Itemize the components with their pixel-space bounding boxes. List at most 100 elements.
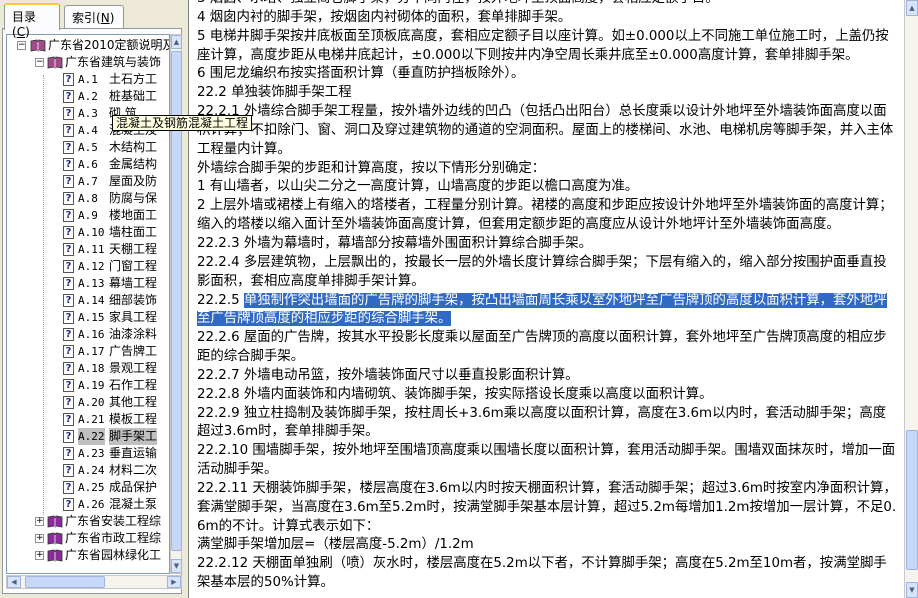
help-topic-icon: ? (63, 294, 74, 307)
tree-item-label: 细部装饰 (109, 293, 158, 307)
tree-item-code: A.9 (78, 209, 98, 222)
expand-icon[interactable]: + (35, 534, 44, 543)
tree-item-a-7[interactable]: ? A.7 屋面及防 (7, 173, 169, 190)
tree-item-code: A.6 (78, 158, 98, 171)
help-topic-icon: ? (63, 277, 74, 290)
book-icon (47, 56, 63, 69)
doc-paragraph: 22.2.8 外墙内面装饰和内墙砌筑、装饰脚手架，按实际搭设长度乘以高度以面积计… (197, 386, 897, 405)
tree-item-code: A.15 (78, 311, 105, 324)
tree-item-a-9[interactable]: ? A.9 楼地面工 (7, 207, 169, 224)
help-topic-icon: ? (63, 73, 74, 86)
tree-item-a-26[interactable]: ? A.26 混凝土泵 (7, 496, 169, 513)
tree-item-label: 垂直运输 (109, 446, 158, 460)
tree-section-sibling-2[interactable]: + 广东省市政工程综 (7, 530, 169, 547)
tree-item-a-17[interactable]: ? A.17 广告牌工 (7, 343, 169, 360)
tree-item-a-24[interactable]: ? A.24 材料二次 (7, 462, 169, 479)
content-vertical-scrollbar[interactable]: ▲ ▼ (904, 0, 918, 598)
expand-icon[interactable]: + (35, 551, 44, 560)
help-topic-icon: ? (63, 345, 74, 358)
tree-item-a-18[interactable]: ? A.18 景观工程 (7, 360, 169, 377)
tab-contents[interactable]: 目录(C) (4, 3, 60, 39)
tree-item-code: A.5 (78, 141, 98, 154)
tree-item-a-14[interactable]: ? A.14 细部装饰 (7, 292, 169, 309)
doc-text: 4 烟囱内衬的脚手架，按烟囱内衬砌体的面积，套单排脚手架。 (197, 9, 572, 25)
book-icon (47, 549, 63, 562)
collapse-icon[interactable]: − (17, 41, 26, 50)
tree-item-label: 金属结构 (109, 157, 158, 171)
tree-item-a-23[interactable]: ? A.23 垂直运输 (7, 445, 169, 462)
tree-item-a-10[interactable]: ? A.10 墙柱面工 (7, 224, 169, 241)
doc-text: 5 电梯井脚手架按井底板面至顶板底高度，套相应定额子目以座计算。如±0.000以… (197, 28, 889, 63)
tree-item-a-20[interactable]: ? A.20 其他工程 (7, 394, 169, 411)
tree-tooltip: 混凝土及钢筋混凝土工程 (112, 115, 253, 131)
doc-text: 22.2.5 (197, 292, 244, 308)
tab-index[interactable]: 索引(N) (64, 5, 124, 29)
doc-paragraph: 2 上层外墙或裙楼上有缩入的塔楼者，工程量分别计算。裙楼的高度和步距应按设计外地… (197, 197, 897, 235)
tree-item-label: 广东省建筑与装饰 (65, 55, 162, 69)
tree-section-building[interactable]: − 广东省建筑与装饰 (7, 54, 169, 71)
doc-paragraph: 满堂脚手架增加层=（楼层高度-5.2m）/1.2m (197, 536, 897, 555)
tree-item-a-12[interactable]: ? A.12 门窗工程 (7, 258, 169, 275)
tab-index-label: 索引 (72, 11, 97, 25)
tree-item-label: 楼地面工 (109, 208, 158, 222)
book-icon (47, 515, 63, 528)
tree-section-sibling-1[interactable]: + 广东省安装工程综 (7, 513, 169, 530)
tree-item-label: 幕墙工程 (109, 276, 158, 290)
help-topic-icon: ? (63, 107, 74, 120)
tree-item-code: A.26 (78, 498, 105, 511)
tree-item-a-5[interactable]: ? A.5 木结构工 (7, 139, 169, 156)
doc-text: 22.2.1 外墙综合脚手架工程量，按外墙外边线的凹凸（包括凸出阳台）总长度乘以… (197, 104, 894, 157)
tree-horizontal-scrollbar[interactable]: ◀ ▶ (6, 575, 182, 589)
tree-item-a-1[interactable]: ? A.1 土石方工 (7, 71, 169, 88)
tree-item-label: 屋面及防 (109, 174, 158, 188)
help-topic-icon: ? (63, 413, 74, 426)
tree-horizontal-scroll-thumb[interactable] (25, 576, 105, 588)
topic-document: 3 烟囱、水塔、独立简仓脚手架，分不同内径，按外地坪至顶面高度，套相应定额子目。… (197, 0, 897, 593)
tree-item-label: 石作工程 (109, 378, 158, 392)
doc-paragraph: 22.2.1 外墙综合脚手架工程量，按外墙外边线的凹凸（包括凸出阳台）总长度乘以… (197, 103, 897, 160)
help-topic-icon: ? (63, 192, 74, 205)
doc-text: 22.2.7 外墙电动吊篮，按外墙装饰面尺寸以垂直投影面积计算。 (197, 367, 579, 383)
tree-item-a-2[interactable]: ? A.2 桩基础工 (7, 88, 169, 105)
scroll-down-arrow-icon[interactable]: ▼ (171, 559, 182, 573)
collapse-icon[interactable]: − (35, 58, 44, 67)
tree-item-code: A.14 (78, 294, 105, 307)
tree-root[interactable]: − 广东省2010定额说明及 (7, 37, 169, 54)
help-topic-icon: ? (63, 430, 74, 443)
tree-item-label: 其他工程 (109, 395, 158, 409)
help-topic-icon: ? (63, 328, 74, 341)
content-scroll-down-arrow-icon[interactable]: ▼ (906, 582, 918, 598)
tree-item-code: A.22 (78, 428, 105, 445)
content-scroll-up-arrow-icon[interactable]: ▲ (906, 0, 918, 16)
content-vertical-scroll-thumb[interactable] (906, 430, 918, 570)
tree-item-a-6[interactable]: ? A.6 金属结构 (7, 156, 169, 173)
tree-item-a-19[interactable]: ? A.19 石作工程 (7, 377, 169, 394)
tree-item-a-8[interactable]: ? A.8 防腐与保 (7, 190, 169, 207)
doc-paragraph: 5 电梯井脚手架按井底板面至顶板底高度，套相应定额子目以座计算。如±0.000以… (197, 28, 897, 66)
tree-item-a-13[interactable]: ? A.13 幕墙工程 (7, 275, 169, 292)
tree-item-a-16[interactable]: ? A.16 油漆涂料 (7, 326, 169, 343)
scroll-up-arrow-icon[interactable]: ▲ (171, 35, 182, 49)
book-icon (30, 39, 46, 52)
tree-item-code: A.17 (78, 345, 105, 358)
tree-item-a-25[interactable]: ? A.25 成品保护 (7, 479, 169, 496)
tree-item-a-21[interactable]: ? A.21 模板工程 (7, 411, 169, 428)
doc-text: 22.2.3 外墙为幕墙时，幕墙部分按幕墙外围面积计算综合脚手架。 (197, 235, 593, 251)
tree-item-label: 景观工程 (109, 361, 158, 375)
scroll-left-arrow-icon[interactable]: ◀ (7, 576, 21, 588)
nav-tabs: 目录(C) 索引(N) (2, 3, 182, 39)
topic-content[interactable]: 3 烟囱、水塔、独立简仓脚手架，分不同内径，按外地坪至顶面高度，套相应定额子目。… (188, 0, 904, 598)
help-topic-icon: ? (63, 175, 74, 188)
doc-text: 满堂脚手架增加层=（楼层高度-5.2m）/1.2m (197, 537, 474, 553)
help-topic-icon: ? (63, 311, 74, 324)
expand-icon[interactable]: + (35, 517, 44, 526)
tree-item-label: 天棚工程 (109, 242, 158, 256)
scroll-right-arrow-icon[interactable]: ▶ (167, 576, 181, 588)
help-topic-icon: ? (63, 158, 74, 171)
doc-text: 6 围尼龙编织布按实搭面积计算（垂直防护挡板除外）。 (197, 66, 525, 82)
tree-item-a-22[interactable]: ? A.22 脚手架工 (7, 428, 169, 445)
tree-item-a-15[interactable]: ? A.15 家具工程 (7, 309, 169, 326)
doc-paragraph: 22.2.3 外墙为幕墙时，幕墙部分按幕墙外围面积计算综合脚手架。 (197, 235, 897, 254)
tree-item-a-11[interactable]: ? A.11 天棚工程 (7, 241, 169, 258)
tree-section-sibling-3[interactable]: + 广东省园林绿化工 (7, 547, 169, 564)
